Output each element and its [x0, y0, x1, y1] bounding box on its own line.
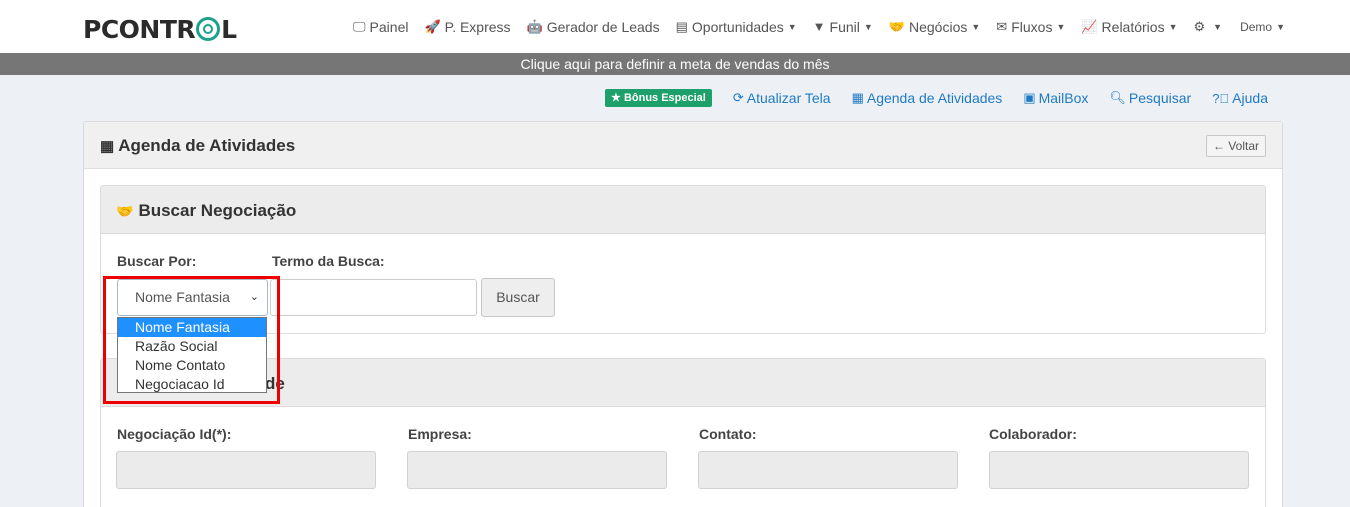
nav-label: Fluxos: [1011, 19, 1053, 35]
nav-relatorios[interactable]: 📈 Relatórios ▼: [1081, 18, 1177, 36]
refresh-icon: ⟳: [732, 90, 744, 105]
search-deal-title: 🤝 Buscar Negociação: [116, 201, 296, 221]
agenda-link[interactable]: ▦ Agenda de Atividades: [852, 90, 1003, 106]
caret-down-icon: ▼: [1056, 22, 1066, 32]
mailbox-link[interactable]: ▣ MailBox: [1023, 90, 1088, 106]
page-title: ▦ Agenda de Atividades: [100, 136, 295, 156]
agenda-label: Agenda de Atividades: [866, 90, 1003, 106]
nav-label: Painel: [369, 19, 409, 35]
handshake-icon: 🤝: [888, 19, 905, 34]
nav-label: P. Express: [444, 19, 511, 35]
clipboard-icon: ▤: [675, 19, 688, 34]
user-menu[interactable]: Demo ▼: [1240, 18, 1285, 36]
nav-p-express[interactable]: 🚀 P. Express: [424, 18, 510, 36]
filter-icon: ▼: [812, 19, 826, 34]
agenda-panel-header: ▦ Agenda de Atividades ← Voltar: [84, 122, 1282, 169]
caret-down-icon: ▼: [1168, 22, 1178, 32]
nav-oportunidades[interactable]: ▤ Oportunidades ▼: [676, 18, 797, 36]
mailbox-label: MailBox: [1038, 90, 1089, 106]
monitor-icon: 🖵: [353, 19, 366, 34]
nav-label: Negócios: [909, 19, 968, 35]
inbox-icon: ▣: [1023, 90, 1036, 105]
company-field[interactable]: [407, 451, 667, 489]
deal-data-header: de: [101, 359, 1265, 407]
nav-label: Gerador de Leads: [546, 19, 660, 35]
help-link[interactable]: ?⃝ Ajuda: [1212, 90, 1268, 106]
deal-data-title-text: de: [265, 374, 285, 393]
sales-goal-banner[interactable]: Clique aqui para definir a meta de venda…: [0, 53, 1350, 75]
search-by-select[interactable]: Nome Fantasia ⌄: [117, 279, 268, 316]
company-label: Empresa:: [408, 426, 472, 442]
page-title-text: Agenda de Atividades: [118, 136, 296, 155]
handshake-icon: 🤝: [116, 202, 134, 219]
caret-down-icon: ▼: [1276, 22, 1286, 32]
robot-icon: 🤖: [526, 19, 543, 34]
back-button[interactable]: ← Voltar: [1205, 135, 1266, 157]
option-negociacao-id[interactable]: Negociacao Id: [118, 375, 266, 394]
search-label: Pesquisar: [1128, 90, 1192, 106]
collaborator-label: Colaborador:: [989, 426, 1077, 442]
contact-field[interactable]: [698, 451, 958, 489]
envelope-icon: ✉: [996, 19, 1008, 34]
search-deal-header: 🤝 Buscar Negociação: [101, 186, 1265, 234]
help-label: Ajuda: [1232, 90, 1268, 106]
logo-text-end: L: [221, 15, 237, 44]
logo-ring-icon: [196, 17, 221, 41]
nav-settings[interactable]: ⚙ ▼: [1194, 18, 1223, 36]
nav-label: Relatórios: [1101, 19, 1165, 35]
top-navbar: PCONTR L 🖵 Painel 🚀 P. Express 🤖 Gerador de …: [0, 0, 1350, 53]
nav-funil[interactable]: ▼ Funil ▼: [813, 18, 873, 36]
collaborator-field[interactable]: [989, 451, 1249, 489]
deal-id-field[interactable]: [116, 451, 376, 489]
option-razao-social[interactable]: Razão Social: [118, 337, 266, 356]
logo-text: PCONTR: [83, 15, 196, 44]
search-button[interactable]: Buscar: [481, 278, 555, 317]
main-menu: 🖵 Painel 🚀 P. Express 🤖 Gerador de Leads ▤ O…: [353, 18, 1301, 36]
chart-line-icon: 📈: [1081, 19, 1098, 34]
nav-fluxos[interactable]: ✉ Fluxos ▼: [996, 18, 1065, 36]
caret-down-icon: ▼: [971, 22, 981, 32]
search-icon: 🔍︎: [1109, 90, 1126, 105]
refresh-link[interactable]: ⟳ Atualizar Tela: [733, 90, 831, 106]
search-by-options: Nome Fantasia Razão Social Nome Contato …: [117, 317, 267, 393]
nav-label: Oportunidades: [691, 19, 784, 35]
nav-gerador-leads[interactable]: 🤖 Gerador de Leads: [527, 18, 660, 36]
option-nome-fantasia[interactable]: Nome Fantasia: [118, 318, 266, 337]
caret-down-icon: ▼: [863, 22, 873, 32]
contact-label: Contato:: [699, 426, 757, 442]
chevron-down-icon: ⌄: [249, 291, 259, 303]
page-toolbar: ★ Bônus Especial ⟳ Atualizar Tela ▦ Agenda…: [605, 89, 1268, 107]
gear-icon: ⚙: [1193, 19, 1206, 34]
user-label: Demo: [1240, 20, 1273, 34]
deal-data-title: de: [265, 374, 285, 394]
nav-label: Funil: [829, 19, 860, 35]
question-circle-icon: ?⃝: [1212, 90, 1230, 106]
pcontrol-logo[interactable]: PCONTR L: [83, 14, 237, 45]
nav-negocios[interactable]: 🤝 Negócios ▼: [889, 18, 980, 36]
search-term-input[interactable]: [270, 279, 477, 316]
bonus-label: Bônus Especial: [623, 92, 706, 104]
search-by-label: Buscar Por:: [117, 253, 197, 269]
calendar-icon: ▦: [851, 90, 864, 105]
search-term-label: Termo da Busca:: [272, 253, 385, 269]
refresh-label: Atualizar Tela: [746, 90, 831, 106]
bonus-badge[interactable]: ★ Bônus Especial: [605, 89, 712, 107]
search-by-value: Nome Fantasia: [135, 289, 230, 305]
rocket-icon: 🚀: [424, 19, 441, 34]
search-link[interactable]: 🔍︎ Pesquisar: [1109, 90, 1191, 106]
search-deal-title-text: Buscar Negociação: [138, 201, 297, 220]
caret-down-icon: ▼: [787, 22, 797, 32]
calendar-icon: ▦: [100, 138, 115, 155]
star-icon: ★: [611, 92, 621, 104]
deal-id-label: Negociação Id(*):: [117, 426, 232, 442]
nav-painel[interactable]: 🖵 Painel: [353, 18, 408, 36]
option-nome-contato[interactable]: Nome Contato: [118, 356, 266, 375]
caret-down-icon: ▼: [1213, 22, 1223, 32]
